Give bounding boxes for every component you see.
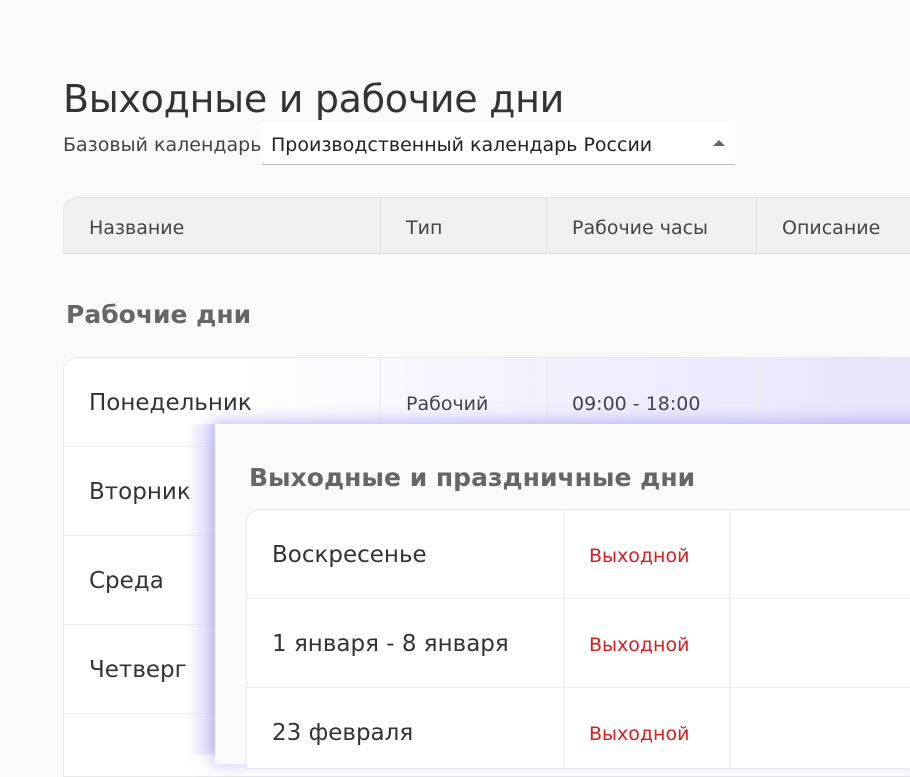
page-title: Выходные и рабочие дни: [63, 77, 565, 122]
holiday-hours: [729, 510, 910, 598]
column-header-hours[interactable]: Рабочие часы: [546, 198, 756, 253]
holiday-hours: [729, 688, 910, 768]
column-header-description[interactable]: Описание: [756, 198, 910, 253]
overlay-shadow: [185, 424, 217, 754]
holiday-type: Выходной: [563, 510, 729, 598]
table-row[interactable]: 1 января - 8 января Выходной: [247, 599, 910, 688]
table-header: Название Тип Рабочие часы Описание: [63, 197, 910, 254]
holiday-type: Выходной: [563, 599, 729, 687]
base-calendar-select[interactable]: Производственный календарь России: [262, 122, 735, 165]
holiday-type: Выходной: [563, 688, 729, 768]
column-header-type[interactable]: Тип: [380, 198, 546, 253]
holiday-hours: [729, 599, 910, 687]
holiday-name: 1 января - 8 января: [272, 631, 509, 657]
base-calendar-label: Базовый календарь: [63, 134, 262, 156]
table-row[interactable]: 23 февраля Выходной: [247, 688, 910, 768]
holidays-table: Воскресенье Выходной 1 января - 8 января…: [246, 509, 910, 769]
holiday-name: 23 февраля: [272, 720, 414, 746]
column-header-name[interactable]: Название: [64, 198, 380, 253]
work-days-section-title: Рабочие дни: [66, 300, 252, 329]
holidays-section-title: Выходные и праздничные дни: [249, 463, 696, 492]
dropdown-arrow-icon[interactable]: [713, 140, 725, 146]
holiday-name: Воскресенье: [272, 542, 427, 568]
table-row[interactable]: Воскресенье Выходной: [247, 510, 910, 599]
base-calendar-value: Производственный календарь России: [271, 134, 653, 156]
